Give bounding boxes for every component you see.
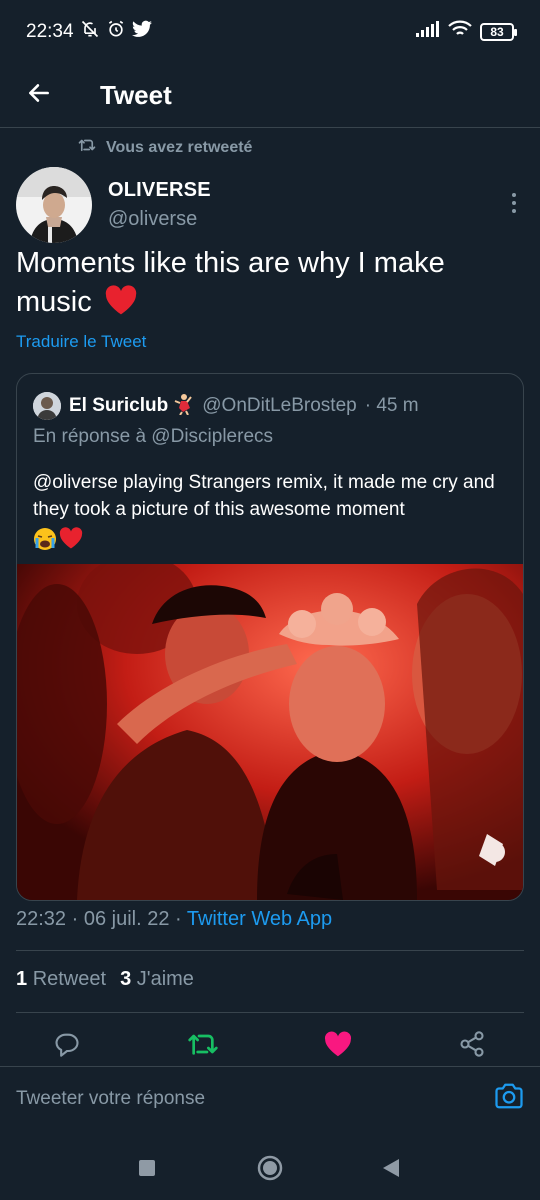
alarm-icon bbox=[106, 19, 126, 45]
retweet-button[interactable] bbox=[185, 1028, 221, 1064]
camera-button[interactable] bbox=[494, 1082, 524, 1115]
retweet-notice-label: Vous avez retweeté bbox=[106, 138, 253, 156]
tweet-text: Moments like this are why I make music bbox=[16, 244, 516, 326]
home-button[interactable] bbox=[252, 1152, 288, 1188]
system-nav-bar bbox=[0, 1140, 540, 1200]
quoted-tweet[interactable]: El Suriclub @OnDitLeBrostep · 45 m En ré… bbox=[16, 373, 524, 901]
dancer-emoji bbox=[172, 393, 194, 420]
page-title: Tweet bbox=[100, 80, 172, 110]
author-name[interactable]: OLIVERSE bbox=[108, 179, 211, 202]
mute-icon bbox=[80, 19, 100, 45]
red-heart-emoji-small bbox=[59, 527, 83, 556]
share-button[interactable] bbox=[454, 1028, 490, 1064]
quoted-reply-to: En réponse à @Disciplerecs bbox=[33, 426, 274, 447]
quoted-emojis bbox=[33, 527, 83, 556]
share-icon bbox=[458, 1030, 486, 1063]
quoted-age: · 45 m bbox=[364, 395, 419, 416]
like-button[interactable] bbox=[320, 1028, 356, 1064]
translate-link[interactable]: Traduire le Tweet bbox=[16, 332, 146, 352]
reply-icon bbox=[53, 1030, 81, 1063]
home-icon bbox=[256, 1154, 284, 1187]
status-time: 22:34 bbox=[26, 21, 74, 42]
quoted-media-image[interactable] bbox=[17, 554, 523, 900]
back-arrow-icon bbox=[26, 80, 52, 111]
camera-icon bbox=[494, 1083, 524, 1114]
divider bbox=[16, 1012, 524, 1013]
like-icon bbox=[324, 1031, 352, 1062]
status-bar: 22:34 83 bbox=[0, 0, 540, 64]
retweet-count-label: Retweet bbox=[32, 968, 107, 990]
recents-icon bbox=[138, 1159, 156, 1182]
more-icon bbox=[510, 192, 518, 218]
crying-face-emoji bbox=[33, 527, 57, 556]
more-button[interactable] bbox=[510, 192, 518, 219]
quoted-author-handle: @OnDitLeBrostep bbox=[202, 395, 357, 416]
signal-icon bbox=[416, 21, 440, 43]
retweet-count: 1 bbox=[16, 968, 28, 990]
reply-bar bbox=[0, 1066, 540, 1130]
app-header: Tweet bbox=[0, 64, 540, 128]
reply-button[interactable] bbox=[49, 1028, 85, 1064]
back-nav-button[interactable] bbox=[373, 1152, 409, 1188]
reply-input[interactable] bbox=[16, 1087, 456, 1110]
retweet-icon bbox=[78, 137, 96, 158]
tweet-body: Moments like this are why I make music bbox=[16, 247, 445, 318]
tweet-author: OLIVERSE @oliverse bbox=[16, 166, 524, 244]
back-nav-icon bbox=[382, 1158, 400, 1183]
retweet-count-link[interactable]: 1 Retweet bbox=[16, 968, 106, 991]
timestamp-text: 22:32 · 06 juil. 22 · bbox=[16, 908, 187, 930]
wifi-icon bbox=[448, 20, 472, 44]
avatar[interactable] bbox=[16, 167, 92, 243]
author-handle[interactable]: @oliverse bbox=[108, 208, 211, 231]
source-link[interactable]: Twitter Web App bbox=[187, 908, 332, 930]
tweet-actions bbox=[0, 1028, 540, 1064]
retweet-icon bbox=[187, 1030, 219, 1063]
quoted-author-name: El Suriclub bbox=[69, 395, 169, 416]
like-count-label: J'aime bbox=[136, 968, 194, 990]
tweet-stats: 1 Retweet 3 J'aime bbox=[16, 968, 194, 991]
retweet-notice: Vous avez retweeté bbox=[78, 137, 252, 158]
quoted-avatar bbox=[33, 392, 61, 420]
battery-icon: 83 bbox=[480, 23, 517, 41]
twitter-bird-icon bbox=[131, 20, 152, 44]
divider bbox=[16, 950, 524, 951]
recents-button[interactable] bbox=[129, 1152, 165, 1188]
back-button[interactable] bbox=[24, 81, 54, 111]
like-count-link[interactable]: 3 J'aime bbox=[120, 968, 194, 991]
quoted-text: @oliverse playing Strangers remix, it ma… bbox=[33, 472, 495, 520]
red-heart-emoji bbox=[104, 285, 138, 326]
like-count: 3 bbox=[120, 968, 132, 990]
tweet-timestamp: 22:32 · 06 juil. 22 · Twitter Web App bbox=[16, 908, 332, 931]
